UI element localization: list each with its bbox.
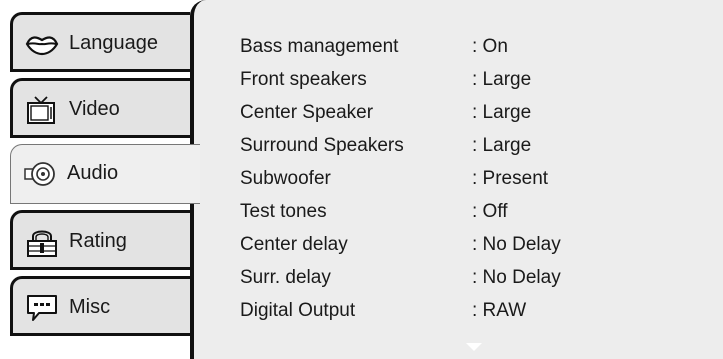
tv-icon	[25, 95, 59, 125]
setting-label: Surround Speakers	[240, 135, 404, 156]
setting-value: : No Delay	[472, 267, 561, 288]
tab-misc[interactable]: Misc	[10, 276, 190, 336]
setting-label: Center delay	[240, 234, 348, 255]
setting-bass-management[interactable]: Bass management : On	[240, 30, 680, 63]
setting-label: Subwoofer	[240, 168, 331, 189]
tab-rating-label: Rating	[69, 230, 127, 252]
setting-subwoofer[interactable]: Subwoofer : Present	[240, 162, 680, 195]
setting-value: : Large	[472, 135, 532, 156]
tab-audio[interactable]: Audio	[10, 144, 200, 204]
setting-label: Test tones	[240, 201, 327, 222]
speech-bubble-icon	[25, 293, 59, 323]
tab-rating[interactable]: Rating	[10, 210, 190, 270]
setting-value: : RAW	[472, 300, 527, 321]
setting-label: Center Speaker	[240, 102, 374, 123]
padlock-icon	[25, 227, 59, 257]
tab-language-label: Language	[69, 32, 158, 54]
chevron-down-icon[interactable]	[466, 343, 482, 351]
setting-front-speakers[interactable]: Front speakers : Large	[240, 63, 680, 96]
tab-misc-label: Misc	[69, 296, 111, 318]
tab-video-label: Video	[69, 98, 120, 120]
setting-label: Digital Output	[240, 300, 356, 321]
setting-value: : Off	[472, 201, 508, 222]
setting-value: : Present	[472, 168, 549, 189]
setting-label: Bass management	[240, 36, 399, 57]
lips-icon	[25, 29, 59, 59]
tab-audio-label: Audio	[67, 162, 119, 184]
setting-value: : Large	[472, 69, 532, 90]
setting-test-tones[interactable]: Test tones : Off	[240, 195, 680, 228]
setting-center-delay[interactable]: Center delay : No Delay	[240, 228, 680, 261]
tab-language[interactable]: Language	[10, 12, 190, 72]
setting-center-speaker[interactable]: Center Speaker : Large	[240, 96, 680, 129]
setting-surr-delay[interactable]: Surr. delay : No Delay	[240, 261, 680, 294]
setting-digital-output[interactable]: Digital Output : RAW	[240, 294, 680, 327]
setting-value: : On	[472, 36, 508, 57]
setting-surround-speakers[interactable]: Surround Speakers : Large	[240, 129, 680, 162]
setting-label: Front speakers	[240, 69, 367, 90]
setting-value: : No Delay	[472, 234, 561, 255]
tab-video[interactable]: Video	[10, 78, 190, 138]
setting-label: Surr. delay	[240, 267, 331, 288]
speaker-icon	[23, 159, 57, 189]
setting-value: : Large	[472, 102, 532, 123]
